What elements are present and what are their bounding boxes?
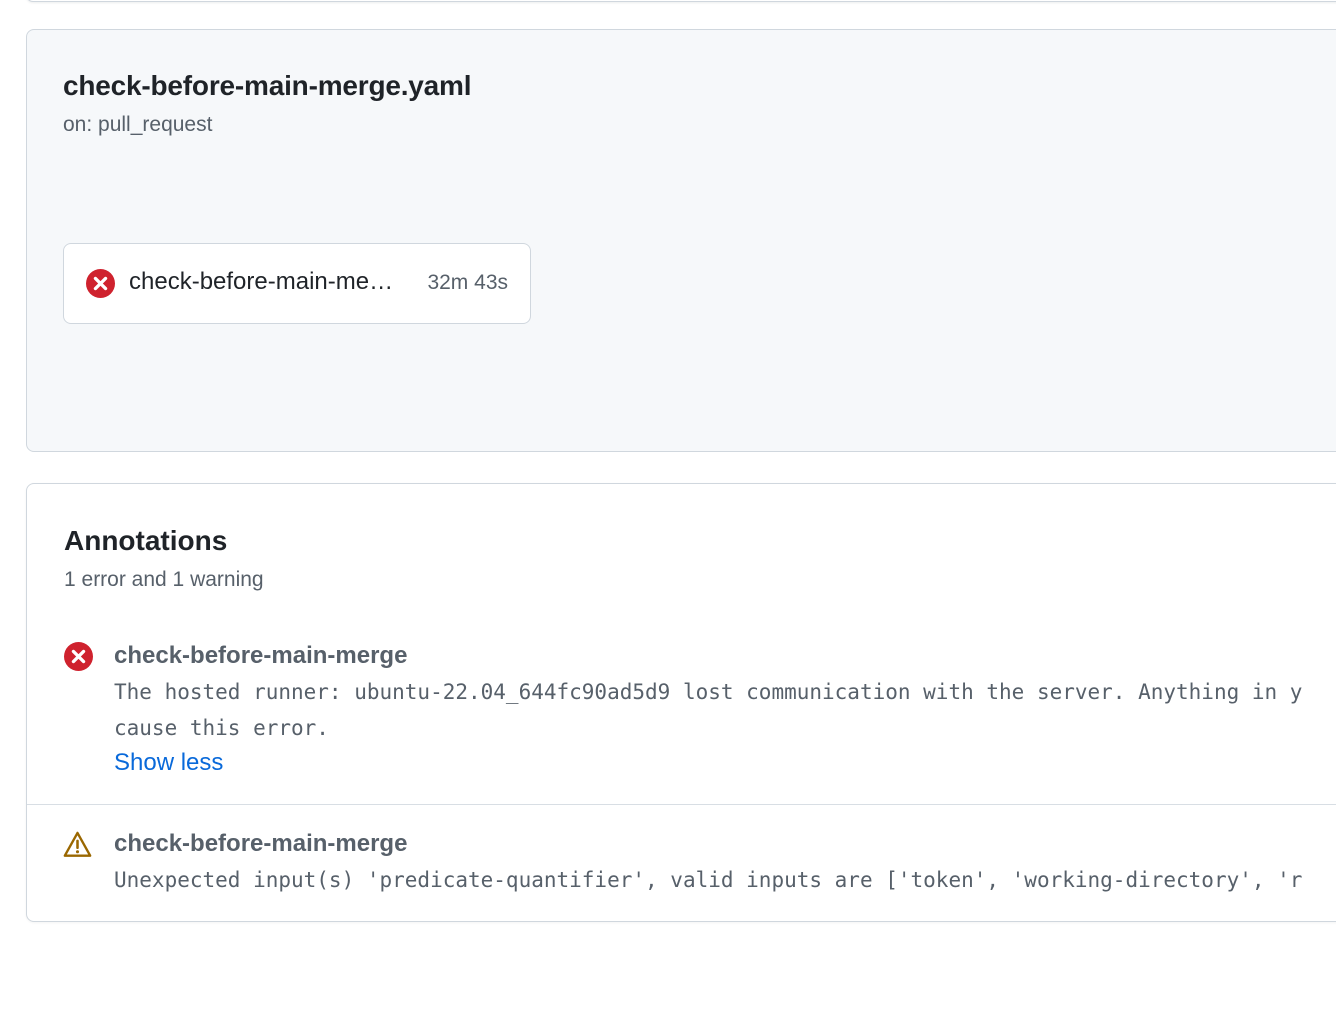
- annotation-job-link[interactable]: check-before-main-merge: [114, 642, 407, 670]
- job-duration: 32m 43s: [427, 271, 508, 294]
- job-name: check-before-main-merge: [129, 268, 394, 295]
- annotations-summary: 1 error and 1 warning: [64, 568, 264, 591]
- annotation-job-link[interactable]: check-before-main-merge: [114, 830, 407, 858]
- job-node[interactable]: check-before-main-merge 32m 43s: [63, 243, 531, 324]
- annotation-message-line: Unexpected input(s) 'predicate-quantifie…: [114, 868, 1303, 892]
- workflow-run-page: check-before-main-merge.yaml on: pull_re…: [0, 0, 1336, 1016]
- annotations-card: Annotations 1 error and 1 warning check-…: [26, 483, 1336, 922]
- x-circle-fill-icon: [86, 269, 115, 298]
- workflow-file-title[interactable]: check-before-main-merge.yaml: [63, 70, 472, 102]
- show-less-link[interactable]: Show less: [114, 749, 223, 777]
- workflow-graph-card: check-before-main-merge.yaml on: pull_re…: [26, 29, 1336, 452]
- workflow-trigger-text: on: pull_request: [63, 113, 213, 136]
- annotation-message-line: cause this error.: [114, 716, 329, 740]
- alert-triangle-icon: [63, 831, 92, 857]
- x-circle-fill-icon: [64, 642, 93, 671]
- annotation-divider: [27, 804, 1336, 805]
- annotation-message-line: The hosted runner: ubuntu-22.04_644fc90a…: [114, 680, 1303, 704]
- previous-card-edge: [26, 0, 1336, 2]
- annotations-heading: Annotations: [64, 525, 228, 556]
